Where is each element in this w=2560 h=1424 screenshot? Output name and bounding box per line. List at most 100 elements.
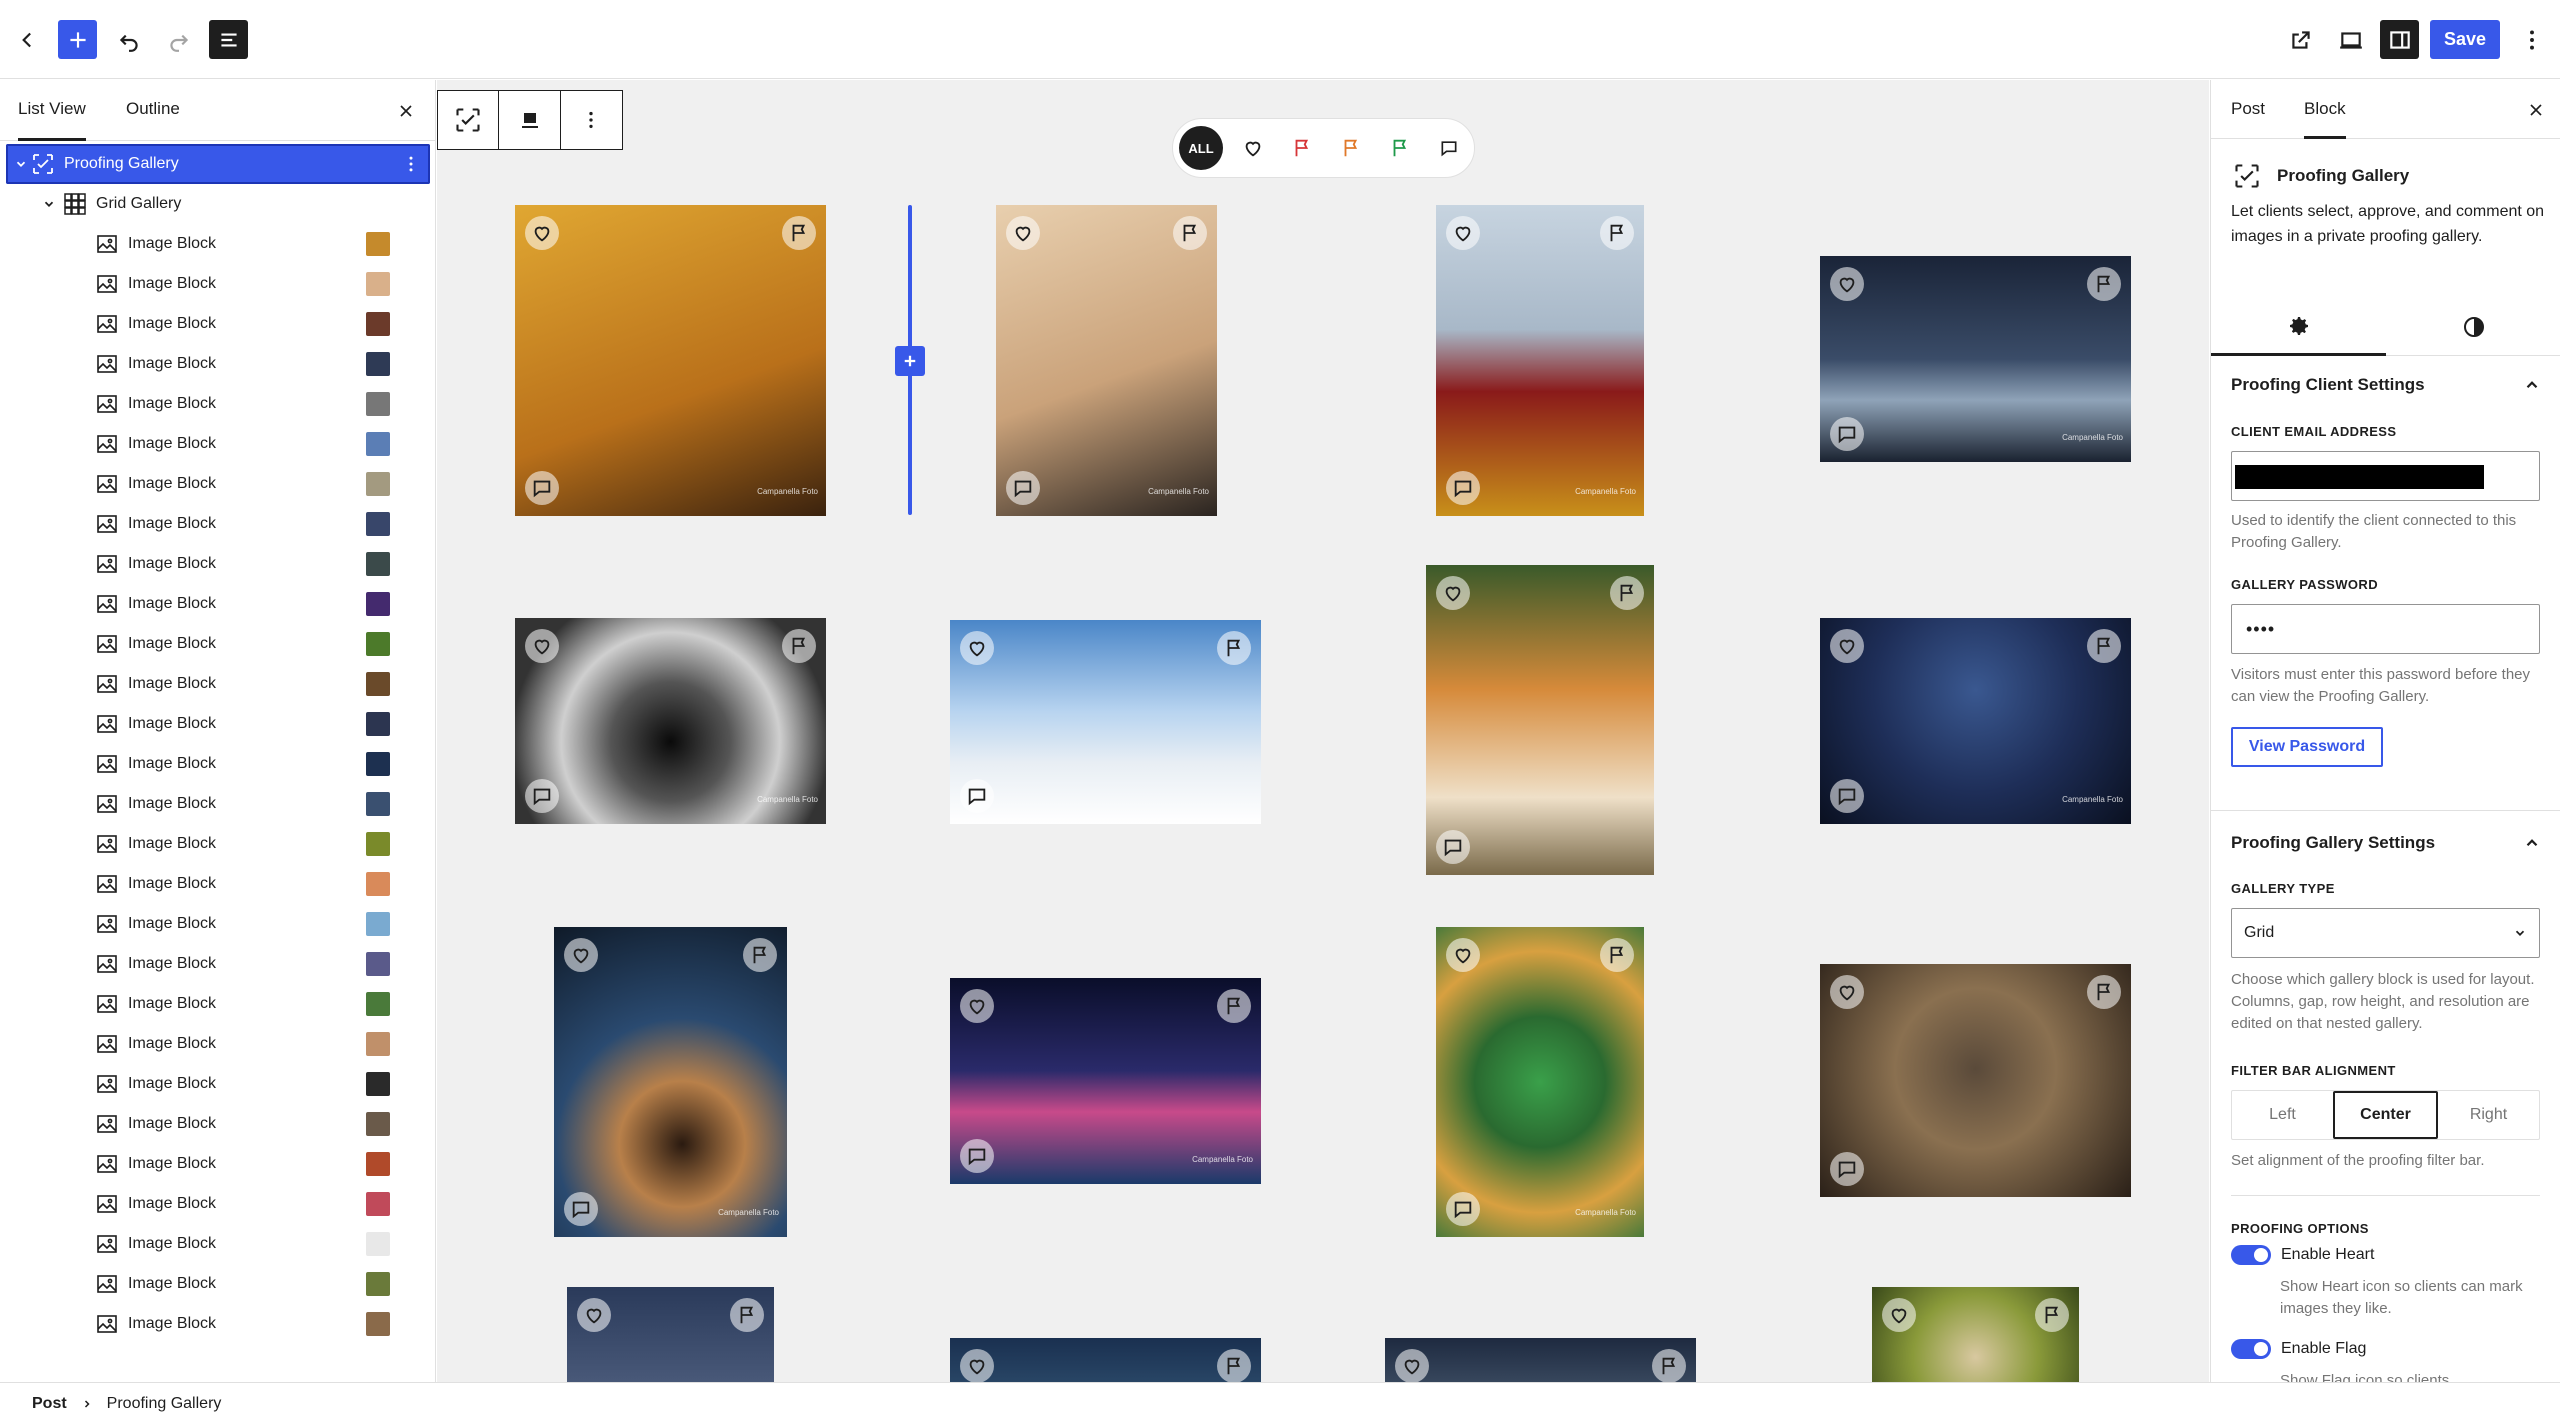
milky-way-photo[interactable] <box>567 1287 774 1382</box>
list-item-image-block[interactable]: Image Block <box>6 944 430 984</box>
options-vertical-icon[interactable] <box>399 152 423 176</box>
heart-icon[interactable] <box>1446 938 1480 972</box>
blue-staircase-photo[interactable]: Campanella Foto <box>554 927 787 1237</box>
heart-icon[interactable] <box>1006 216 1040 250</box>
alpine-church-photo[interactable] <box>950 620 1261 824</box>
tiger-photo[interactable] <box>1426 565 1654 875</box>
list-item-image-block[interactable]: Image Block <box>6 264 430 304</box>
heart-icon[interactable] <box>1830 267 1864 301</box>
filter-all-button[interactable]: ALL <box>1179 126 1223 170</box>
comment-icon[interactable] <box>525 779 559 813</box>
comment-icon[interactable] <box>1830 417 1864 451</box>
sidebar-toggle-icon[interactable] <box>2380 20 2419 59</box>
list-item-image-block[interactable]: Image Block <box>6 384 430 424</box>
mushroom-photo[interactable] <box>1872 1287 2079 1382</box>
comment-icon[interactable] <box>1830 1152 1864 1186</box>
list-item-image-block[interactable]: Image Block <box>6 1304 430 1344</box>
proofing-gallery-icon[interactable] <box>438 91 500 149</box>
heart-icon[interactable] <box>525 629 559 663</box>
heart-icon[interactable] <box>1436 576 1470 610</box>
gallery-password-field[interactable]: •••• <box>2231 604 2540 654</box>
flag-icon[interactable] <box>1217 989 1251 1023</box>
comment-icon[interactable] <box>960 1139 994 1173</box>
list-item-image-block[interactable]: Image Block <box>6 1144 430 1184</box>
breadcrumb-proofing-gallery[interactable]: Proofing Gallery <box>107 1395 222 1413</box>
flag-icon[interactable] <box>782 216 816 250</box>
flag-icon[interactable] <box>1173 216 1207 250</box>
contrast-icon[interactable] <box>2386 298 2560 356</box>
list-item-image-block[interactable]: Image Block <box>6 424 430 464</box>
list-item-image-block[interactable]: Image Block <box>6 304 430 344</box>
flag-icon[interactable] <box>730 1298 764 1332</box>
flag-icon[interactable] <box>2035 1298 2069 1332</box>
comment-icon[interactable] <box>1446 1192 1480 1226</box>
tab-list-view[interactable]: List View <box>18 80 86 141</box>
tab-block[interactable]: Block <box>2304 80 2346 139</box>
flag-icon[interactable] <box>1600 938 1634 972</box>
breadcrumb-post[interactable]: Post <box>32 1395 67 1413</box>
comment-icon[interactable] <box>1446 471 1480 505</box>
flag-icon[interactable] <box>2087 267 2121 301</box>
star-trails-photo[interactable]: Campanella Foto <box>1820 618 2131 824</box>
chevron-down-icon[interactable] <box>12 155 30 173</box>
spiral-staircase-photo[interactable]: Campanella Foto <box>515 618 826 824</box>
orange-flag-icon[interactable] <box>1326 124 1375 173</box>
comment-icon[interactable] <box>1424 124 1473 173</box>
list-item-image-block[interactable]: Image Block <box>6 704 430 744</box>
comment-icon[interactable] <box>525 471 559 505</box>
flag-icon[interactable] <box>2087 629 2121 663</box>
list-item-image-block[interactable]: Image Block <box>6 584 430 624</box>
heart-icon[interactable] <box>960 631 994 665</box>
plus-icon[interactable] <box>895 346 925 376</box>
more-vertical-icon[interactable] <box>561 91 622 149</box>
red-flag-icon[interactable] <box>1277 124 1326 173</box>
flag-icon[interactable] <box>2087 975 2121 1009</box>
align-right-option[interactable]: Right <box>2438 1091 2539 1139</box>
back-chevron-icon[interactable] <box>8 20 47 59</box>
comment-icon[interactable] <box>1006 471 1040 505</box>
document-overview-icon[interactable] <box>209 20 248 59</box>
heart-icon[interactable] <box>1882 1298 1916 1332</box>
list-item-image-block[interactable]: Image Block <box>6 464 430 504</box>
more-vertical-icon[interactable] <box>2512 20 2551 59</box>
enable-heart-toggle[interactable] <box>2231 1245 2271 1265</box>
green-beetle-photo[interactable]: Campanella Foto <box>1436 927 1644 1237</box>
list-item-image-block[interactable]: Image Block <box>6 824 430 864</box>
client-settings-panel-toggle[interactable]: Proofing Client Settings <box>2211 354 2560 416</box>
owl-photo[interactable] <box>1820 964 2131 1197</box>
flag-icon[interactable] <box>1610 576 1644 610</box>
save-button[interactable]: Save <box>2430 20 2500 59</box>
align-left-option[interactable]: Left <box>2232 1091 2333 1139</box>
heart-icon[interactable] <box>1830 629 1864 663</box>
afro-portrait-photo[interactable]: Campanella Foto <box>1436 205 1644 516</box>
flag-icon[interactable] <box>1217 631 1251 665</box>
list-item-image-block[interactable]: Image Block <box>6 784 430 824</box>
list-item-image-block[interactable]: Image Block <box>6 544 430 584</box>
client-email-field[interactable] <box>2231 451 2540 501</box>
flag-icon[interactable] <box>1600 216 1634 250</box>
flag-icon[interactable] <box>743 938 777 972</box>
butterfly-portrait-photo[interactable]: Campanella Foto <box>515 205 826 516</box>
gear-icon[interactable] <box>2211 298 2386 356</box>
list-item-image-block[interactable]: Image Block <box>6 1184 430 1224</box>
list-item-image-block[interactable]: Image Block <box>6 1224 430 1264</box>
align-center-option[interactable]: Center <box>2333 1091 2438 1139</box>
list-item-image-block[interactable]: Image Block <box>6 904 430 944</box>
close-icon[interactable] <box>2521 95 2551 125</box>
heart-icon[interactable] <box>564 938 598 972</box>
dark-sky-photo-1[interactable] <box>950 1338 1261 1382</box>
close-icon[interactable] <box>391 96 421 126</box>
gallery-settings-panel-toggle[interactable]: Proofing Gallery Settings <box>2211 812 2560 874</box>
list-item-grid-gallery[interactable]: Grid Gallery <box>6 184 430 224</box>
heart-icon[interactable] <box>1446 216 1480 250</box>
iceberg-night-photo[interactable]: Campanella Foto <box>1820 256 2131 462</box>
list-item-image-block[interactable]: Image Block <box>6 1024 430 1064</box>
list-item-image-block[interactable]: Image Block <box>6 664 430 704</box>
enable-flag-toggle[interactable] <box>2231 1339 2271 1359</box>
heart-icon[interactable] <box>960 989 994 1023</box>
undo-icon[interactable] <box>109 20 148 59</box>
list-item-image-block[interactable]: Image Block <box>6 984 430 1024</box>
chevron-down-icon[interactable] <box>40 195 58 213</box>
list-item-proofing-gallery[interactable]: Proofing Gallery <box>6 144 430 184</box>
list-item-image-block[interactable]: Image Block <box>6 1104 430 1144</box>
